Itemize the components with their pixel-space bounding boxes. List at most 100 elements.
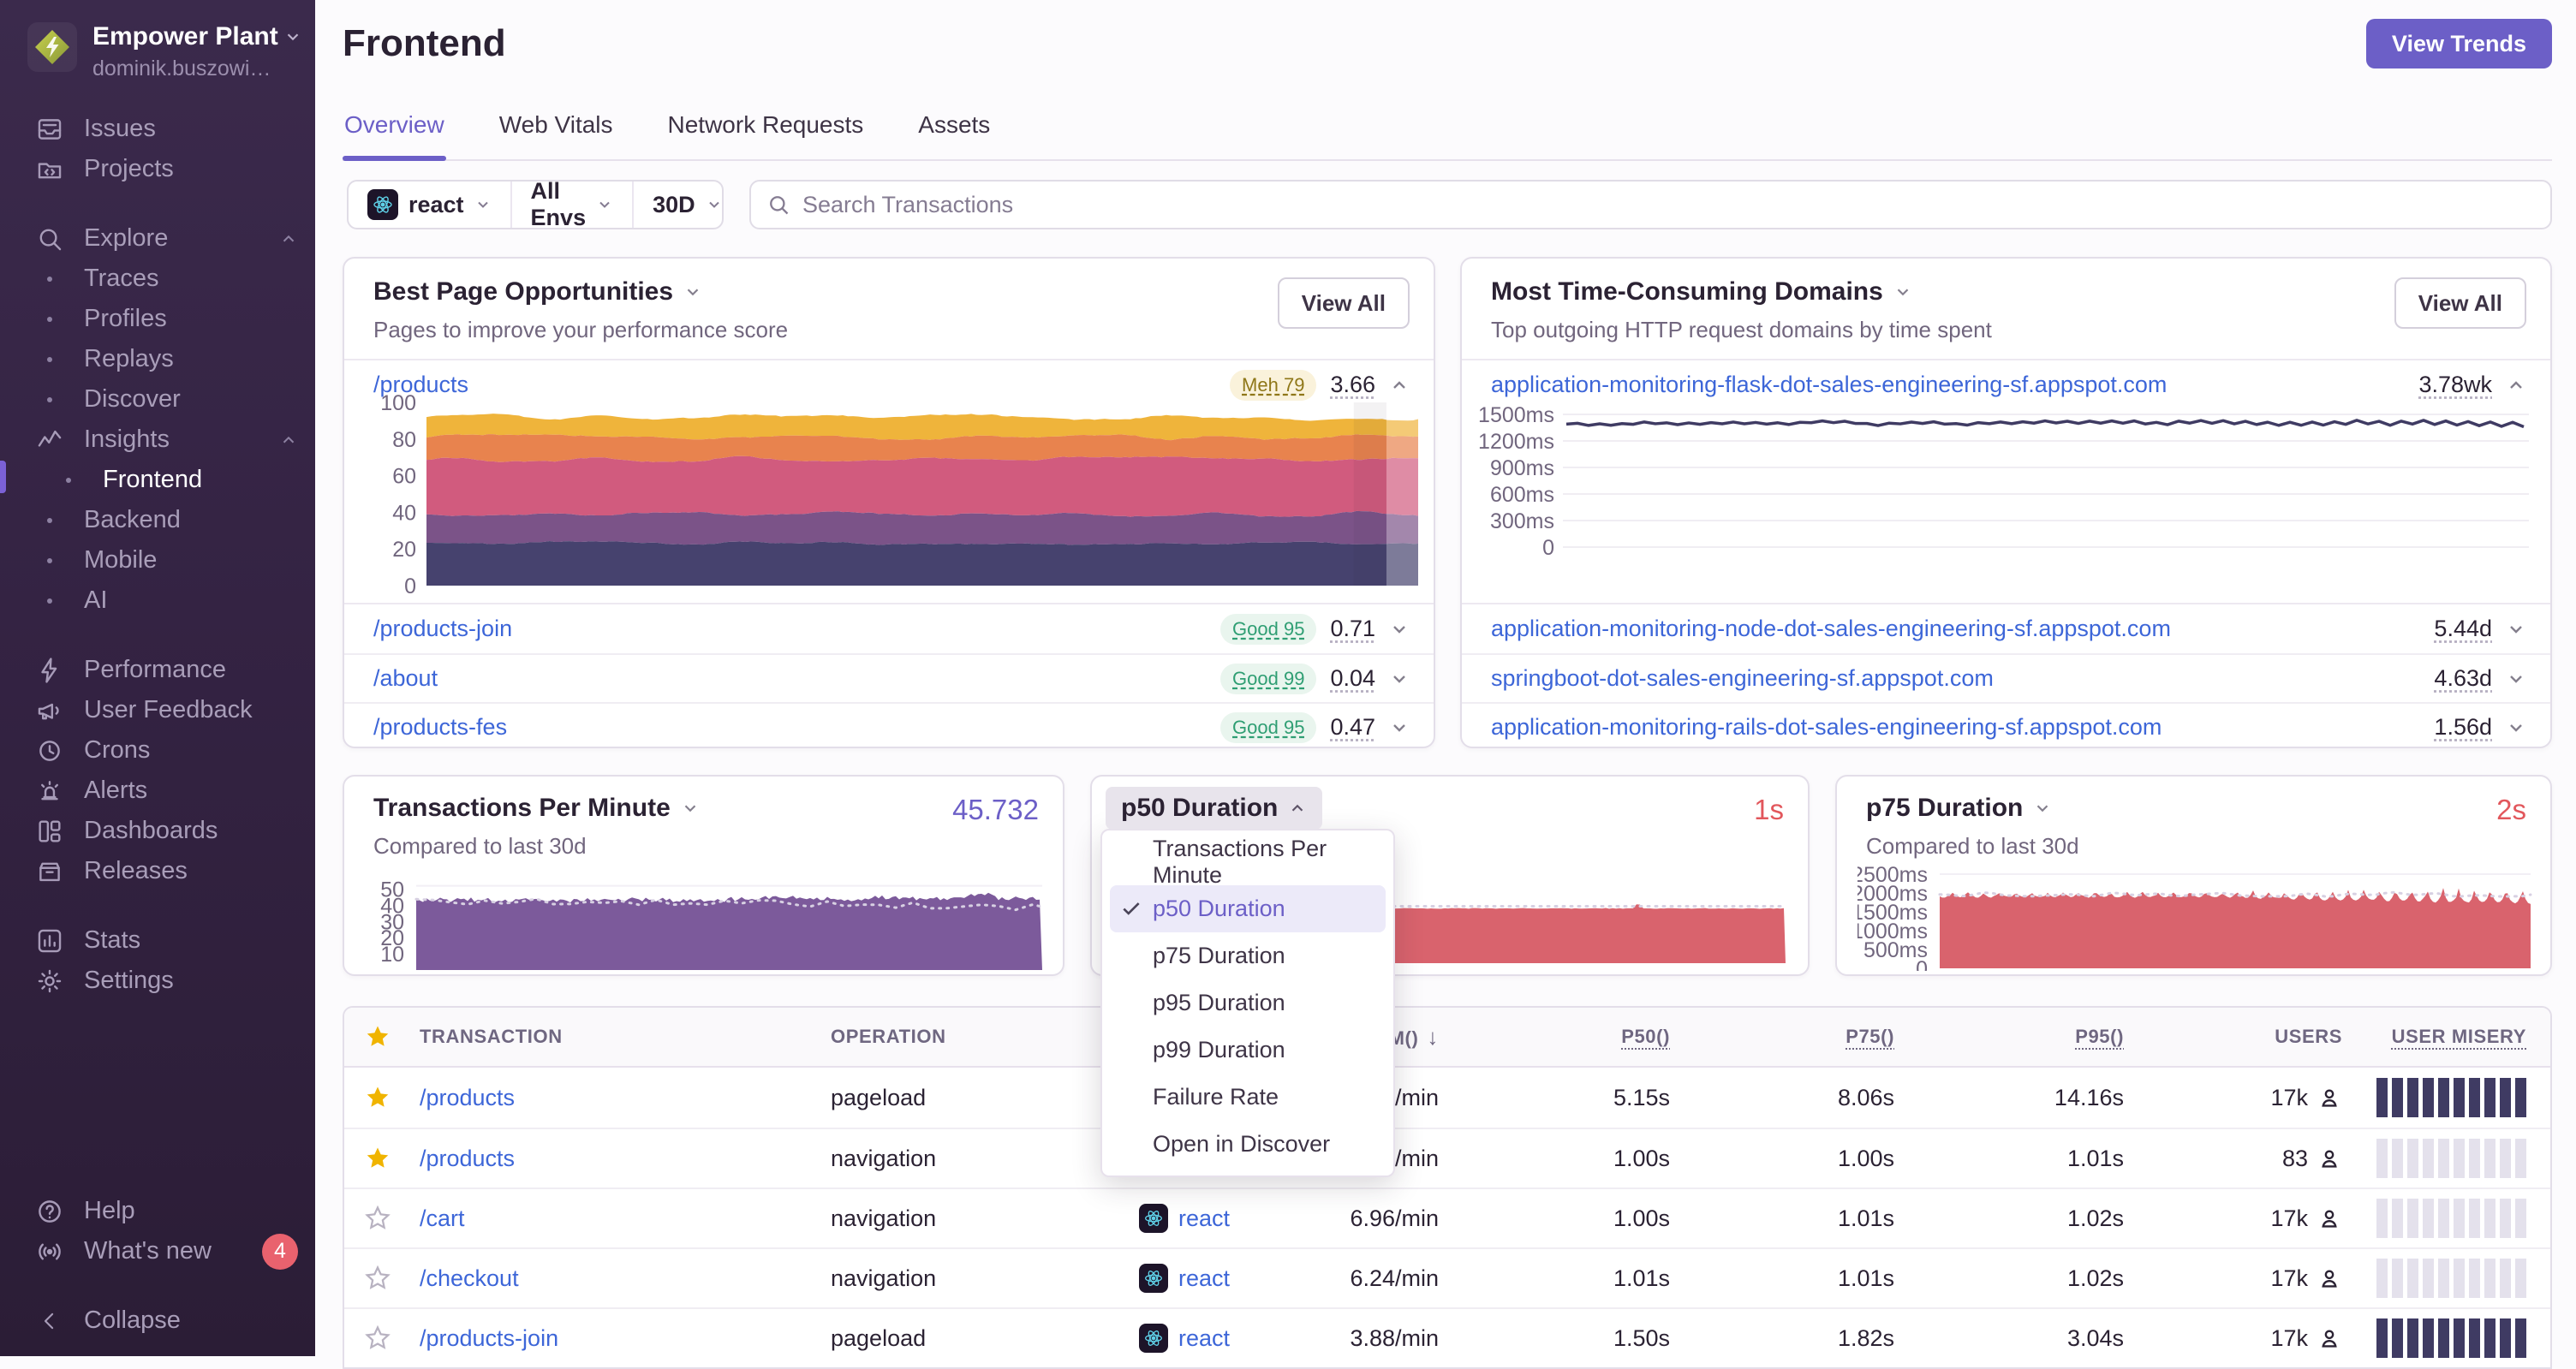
project-cell[interactable]: react [1139,1204,1302,1233]
page-row[interactable]: /about Good 99 0.04 [344,653,1434,702]
menu-item-p95-duration[interactable]: p95 Duration [1110,979,1386,1027]
environment-filter[interactable]: All Envs [510,178,633,230]
menu-item-p75-duration[interactable]: p75 Duration [1110,932,1386,979]
menu-item-open-in-discover[interactable]: Open in Discover [1110,1121,1386,1168]
menu-item-p99-duration[interactable]: p99 Duration [1110,1027,1386,1074]
star-outline-icon[interactable] [365,1205,420,1231]
col-p50[interactable]: P50() [1439,1026,1670,1048]
score-badge[interactable]: Good 95 [1220,711,1317,743]
sidebar-item-frontend[interactable]: Frontend [0,460,315,500]
domain-duration-line-chart[interactable]: 1500ms 1200ms 900ms 600ms 300ms 0 [1476,396,2537,592]
sidebar-item-mobile[interactable]: Mobile [0,540,315,580]
score-badge[interactable]: Good 99 [1220,663,1317,694]
sidebar-item-traces[interactable]: Traces [0,259,315,299]
sidebar-item-settings[interactable]: Settings [0,961,315,1001]
domain-link[interactable]: application-monitoring-node-dot-sales-en… [1491,616,2171,642]
view-trends-button[interactable]: View Trends [2365,19,2552,68]
col-user-misery[interactable]: USER MISERY [2342,1026,2526,1048]
tab-web-vitals[interactable]: Web Vitals [498,104,615,159]
tpm-title-dropdown[interactable]: Transactions Per Minute [373,794,700,823]
search-input[interactable] [802,191,2535,218]
broadcast-icon [34,1237,65,1266]
menu-item-p50-duration[interactable]: p50 Duration [1110,885,1386,932]
transaction-link[interactable]: /products [420,1085,831,1111]
domains-title-dropdown[interactable]: Most Time-Consuming Domains [1491,277,1992,307]
sidebar-item-stats[interactable]: Stats [0,920,315,961]
p75-panel: p75 Duration Compared to last 30d 2s 250… [1835,775,2552,976]
page-score-stacked-chart[interactable]: 100 80 60 40 20 0 [360,389,1422,601]
transaction-link[interactable]: /checkout [420,1265,831,1292]
domain-row[interactable]: application-monitoring-rails-dot-sales-e… [1462,702,2550,751]
megaphone-icon [34,696,65,725]
chevron-down-icon[interactable] [2506,669,2526,689]
chevron-up-icon[interactable] [279,229,298,248]
user-icon [2317,1146,2342,1171]
sidebar-item-whats-new[interactable]: What's new 4 [0,1231,315,1271]
sidebar-item-discover[interactable]: Discover [0,379,315,420]
tab-network-requests[interactable]: Network Requests [666,104,866,159]
chevron-down-icon[interactable] [1389,669,1410,689]
score-badge[interactable]: Good 95 [1220,613,1317,645]
sidebar-item-projects[interactable]: Projects [0,149,315,189]
best-pages-title-dropdown[interactable]: Best Page Opportunities [373,277,788,307]
domain-row[interactable]: springboot-dot-sales-engineering-sf.apps… [1462,653,2550,702]
domain-link[interactable]: application-monitoring-rails-dot-sales-e… [1491,714,2162,741]
page-link[interactable]: /products-join [373,616,512,642]
sort-desc-icon: ↓ [1427,1023,1439,1050]
date-range-filter[interactable]: 30D [632,182,742,228]
sidebar-item-issues[interactable]: Issues [0,109,315,149]
sidebar-item-label: Insights [84,426,170,453]
col-p95[interactable]: P95() [1894,1026,2124,1048]
sidebar-item-alerts[interactable]: Alerts [0,771,315,811]
menu-item-failure-rate[interactable]: Failure Rate [1110,1074,1386,1121]
project-cell[interactable]: react [1139,1264,1302,1293]
domain-link[interactable]: springboot-dot-sales-engineering-sf.apps… [1491,665,1994,692]
sidebar-item-ai[interactable]: AI [0,580,315,621]
best-pages-view-all-button[interactable]: View All [1277,277,1410,329]
page-link[interactable]: /products-fes [373,714,507,741]
page-row[interactable]: /products-fes Good 95 0.47 [344,702,1434,751]
star-column-header[interactable] [365,1024,420,1050]
tab-overview[interactable]: Overview [343,104,446,161]
transaction-link[interactable]: /cart [420,1205,831,1232]
star-filled-icon[interactable] [365,1085,420,1110]
sidebar-item-releases[interactable]: Releases [0,851,315,891]
transaction-link[interactable]: /products-join [420,1325,831,1352]
project-filter[interactable]: react [349,182,510,228]
sidebar-item-collapse[interactable]: Collapse [0,1301,315,1341]
sidebar-item-user-feedback[interactable]: User Feedback [0,690,315,730]
chevron-down-icon[interactable] [1389,717,1410,738]
project-cell[interactable]: react [1139,1324,1302,1353]
page-link[interactable]: /about [373,665,438,692]
chevron-down-icon[interactable] [2506,619,2526,640]
domains-view-all-button[interactable]: View All [2394,277,2526,329]
p75-area-chart[interactable]: 2500ms 2000ms 1500ms 1000ms 500ms 0 [1857,864,2534,971]
domain-link[interactable]: application-monitoring-flask-dot-sales-e… [1491,372,2167,398]
chevron-down-icon[interactable] [1389,619,1410,640]
sidebar-item-explore[interactable]: Explore [0,218,315,259]
sidebar-item-backend[interactable]: Backend [0,500,315,540]
star-filled-icon[interactable] [365,1146,420,1171]
org-switcher[interactable]: Empower Plant dominik.buszowiec... [0,0,315,90]
sidebar-item-dashboards[interactable]: Dashboards [0,811,315,851]
chevron-up-icon[interactable] [279,431,298,449]
star-outline-icon[interactable] [365,1325,420,1351]
sidebar-item-replays[interactable]: Replays [0,339,315,379]
sidebar-item-profiles[interactable]: Profiles [0,299,315,339]
menu-item-transactions-per-minute[interactable]: Transactions Per Minute [1110,836,1386,888]
sidebar-item-help[interactable]: Help [0,1191,315,1231]
domain-row[interactable]: application-monitoring-node-dot-sales-en… [1462,604,2550,653]
sidebar-item-insights[interactable]: Insights [0,420,315,460]
page-row[interactable]: /products-join Good 95 0.71 [344,604,1434,653]
transaction-link[interactable]: /products [420,1146,831,1172]
col-p75[interactable]: P75() [1670,1026,1894,1048]
sidebar-item-crons[interactable]: Crons [0,730,315,771]
tpm-area-chart[interactable]: 50 40 30 20 10 [365,869,1046,972]
tab-assets[interactable]: Assets [916,104,992,159]
chevron-down-icon[interactable] [2506,717,2526,738]
star-outline-icon[interactable] [365,1265,420,1291]
p75-title-dropdown[interactable]: p75 Duration [1866,794,2079,823]
p50-title-dropdown[interactable]: p50 Duration [1106,787,1323,830]
chevron-up-icon[interactable] [2506,375,2526,396]
sidebar-item-performance[interactable]: Performance [0,650,315,690]
